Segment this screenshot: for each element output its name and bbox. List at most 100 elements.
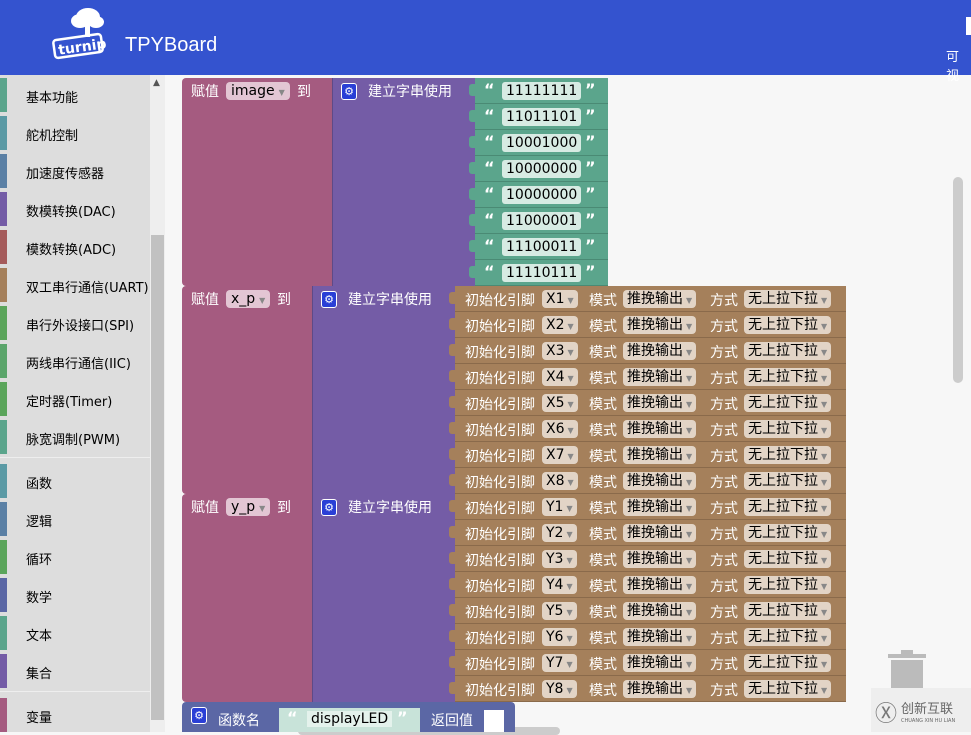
category-1-4[interactable]: 文本 <box>0 616 150 652</box>
pin-init-block[interactable]: 初始化引脚 X7 ▼ 模式 推挽输出 ▼ 方式 无上拉下拉 ▼ <box>449 442 846 468</box>
category-1-2[interactable]: 循环 <box>0 540 150 576</box>
pull-dropdown[interactable]: 无上拉下拉 ▼ <box>744 498 832 516</box>
pin-init-block[interactable]: 初始化引脚 Y3 ▼ 模式 推挽输出 ▼ 方式 无上拉下拉 ▼ <box>449 546 846 572</box>
mode-dropdown[interactable]: 推挽输出 ▼ <box>623 628 697 646</box>
pin-init-block[interactable]: 初始化引脚 Y7 ▼ 模式 推挽输出 ▼ 方式 无上拉下拉 ▼ <box>449 650 846 676</box>
category-0-4[interactable]: 模数转换(ADC) <box>0 230 150 266</box>
mode-dropdown[interactable]: 推挽输出 ▼ <box>623 602 697 620</box>
assign-block-image[interactable] <box>182 78 332 286</box>
pin-init-block[interactable]: 初始化引脚 X3 ▼ 模式 推挽输出 ▼ 方式 无上拉下拉 ▼ <box>449 338 846 364</box>
category-0-8[interactable]: 定时器(Timer) <box>0 382 150 418</box>
text-block[interactable]: “ 11110111” <box>469 260 608 286</box>
assign-block-xp[interactable] <box>182 286 312 494</box>
text-value[interactable]: 11111111 <box>502 82 582 100</box>
category-1-3[interactable]: 数学 <box>0 578 150 614</box>
pin-dropdown[interactable]: X5 ▼ <box>542 394 578 412</box>
pull-dropdown[interactable]: 无上拉下拉 ▼ <box>744 290 832 308</box>
pin-dropdown[interactable]: Y6 ▼ <box>542 628 577 646</box>
pin-init-block[interactable]: 初始化引脚 Y2 ▼ 模式 推挽输出 ▼ 方式 无上拉下拉 ▼ <box>449 520 846 546</box>
scroll-up-arrow-icon[interactable]: ▲ <box>153 78 160 88</box>
category-0-1[interactable]: 舵机控制 <box>0 116 150 152</box>
variable-dropdown[interactable]: x_p ▼ <box>226 290 271 308</box>
pin-dropdown[interactable]: X1 ▼ <box>542 290 578 308</box>
join-string-block[interactable] <box>312 286 455 494</box>
pin-init-block[interactable]: 初始化引脚 X4 ▼ 模式 推挽输出 ▼ 方式 无上拉下拉 ▼ <box>449 364 846 390</box>
pull-dropdown[interactable]: 无上拉下拉 ▼ <box>744 654 832 672</box>
pin-init-block[interactable]: 初始化引脚 Y1 ▼ 模式 推挽输出 ▼ 方式 无上拉下拉 ▼ <box>449 494 846 520</box>
pin-init-block[interactable]: 初始化引脚 Y5 ▼ 模式 推挽输出 ▼ 方式 无上拉下拉 ▼ <box>449 598 846 624</box>
category-0-9[interactable]: 脉宽调制(PWM) <box>0 420 150 456</box>
text-block[interactable]: “ 10000000” <box>469 182 608 208</box>
category-0-3[interactable]: 数模转换(DAC) <box>0 192 150 228</box>
text-block[interactable]: “ 10001000” <box>469 130 608 156</box>
pull-dropdown[interactable]: 无上拉下拉 ▼ <box>744 524 832 542</box>
pin-dropdown[interactable]: Y5 ▼ <box>542 602 577 620</box>
mode-dropdown[interactable]: 推挽输出 ▼ <box>623 290 697 308</box>
mode-dropdown[interactable]: 推挽输出 ▼ <box>623 654 697 672</box>
text-block[interactable]: “ 11011101” <box>469 104 608 130</box>
category-2-0[interactable]: 变量 <box>0 698 150 734</box>
function-name-value[interactable]: displayLED <box>307 711 393 727</box>
text-block[interactable]: “ 11111111” <box>469 78 608 104</box>
mode-dropdown[interactable]: 推挽输出 ▼ <box>623 680 697 698</box>
category-0-0[interactable]: 基本功能 <box>0 78 150 114</box>
join-string-block[interactable] <box>312 494 455 702</box>
category-1-0[interactable]: 函数 <box>0 464 150 500</box>
pull-dropdown[interactable]: 无上拉下拉 ▼ <box>744 576 832 594</box>
header-control[interactable] <box>966 17 971 35</box>
pin-init-block[interactable]: 初始化引脚 Y4 ▼ 模式 推挽输出 ▼ 方式 无上拉下拉 ▼ <box>449 572 846 598</box>
mode-dropdown[interactable]: 推挽输出 ▼ <box>623 524 697 542</box>
category-1-5[interactable]: 集合 <box>0 654 150 690</box>
sidebar-scrollbar-thumb[interactable] <box>151 235 164 720</box>
text-value[interactable]: 10001000 <box>502 134 582 152</box>
mode-dropdown[interactable]: 推挽输出 ▼ <box>623 316 697 334</box>
category-0-7[interactable]: 两线串行通信(IIC) <box>0 344 150 380</box>
pull-dropdown[interactable]: 无上拉下拉 ▼ <box>744 550 832 568</box>
text-value[interactable]: 10000000 <box>502 160 582 178</box>
pin-init-block[interactable]: 初始化引脚 X2 ▼ 模式 推挽输出 ▼ 方式 无上拉下拉 ▼ <box>449 312 846 338</box>
pin-dropdown[interactable]: Y7 ▼ <box>542 654 577 672</box>
mode-dropdown[interactable]: 推挽输出 ▼ <box>623 368 697 386</box>
pull-dropdown[interactable]: 无上拉下拉 ▼ <box>744 628 832 646</box>
text-value[interactable]: 11000001 <box>502 212 582 230</box>
pull-dropdown[interactable]: 无上拉下拉 ▼ <box>744 342 832 360</box>
text-value[interactable]: 11110111 <box>502 264 582 282</box>
pull-dropdown[interactable]: 无上拉下拉 ▼ <box>744 472 832 490</box>
pin-dropdown[interactable]: Y4 ▼ <box>542 576 577 594</box>
pull-dropdown[interactable]: 无上拉下拉 ▼ <box>744 602 832 620</box>
category-0-2[interactable]: 加速度传感器 <box>0 154 150 190</box>
pin-dropdown[interactable]: X7 ▼ <box>542 446 578 464</box>
pin-dropdown[interactable]: Y3 ▼ <box>542 550 577 568</box>
mode-dropdown[interactable]: 推挽输出 ▼ <box>623 446 697 464</box>
pin-init-block[interactable]: 初始化引脚 X8 ▼ 模式 推挽输出 ▼ 方式 无上拉下拉 ▼ <box>449 468 846 494</box>
pin-dropdown[interactable]: Y2 ▼ <box>542 524 577 542</box>
pull-dropdown[interactable]: 无上拉下拉 ▼ <box>744 368 832 386</box>
pin-dropdown[interactable]: X8 ▼ <box>542 472 578 490</box>
text-value[interactable]: 11100011 <box>502 238 582 256</box>
text-value[interactable]: 11011101 <box>502 108 582 126</box>
mode-dropdown[interactable]: 推挽输出 ▼ <box>623 342 697 360</box>
gear-icon[interactable]: ⚙ <box>191 707 207 724</box>
mode-dropdown[interactable]: 推挽输出 ▼ <box>623 576 697 594</box>
gear-icon[interactable]: ⚙ <box>341 83 357 100</box>
mode-dropdown[interactable]: 推挽输出 ▼ <box>623 394 697 412</box>
category-0-6[interactable]: 串行外设接口(SPI) <box>0 306 150 342</box>
category-1-1[interactable]: 逻辑 <box>0 502 150 538</box>
pin-init-block[interactable]: 初始化引脚 X6 ▼ 模式 推挽输出 ▼ 方式 无上拉下拉 ▼ <box>449 416 846 442</box>
text-value[interactable]: 10000000 <box>502 186 582 204</box>
pull-dropdown[interactable]: 无上拉下拉 ▼ <box>744 394 832 412</box>
text-block[interactable]: “ 11100011” <box>469 234 608 260</box>
visual-mode-tab[interactable]: 可视 <box>946 46 971 84</box>
text-block[interactable]: “ 10000000” <box>469 156 608 182</box>
pin-dropdown[interactable]: Y1 ▼ <box>542 498 577 516</box>
pull-dropdown[interactable]: 无上拉下拉 ▼ <box>744 446 832 464</box>
pin-dropdown[interactable]: X2 ▼ <box>542 316 578 334</box>
mode-dropdown[interactable]: 推挽输出 ▼ <box>623 472 697 490</box>
pin-init-block[interactable]: 初始化引脚 Y8 ▼ 模式 推挽输出 ▼ 方式 无上拉下拉 ▼ <box>449 676 846 702</box>
pin-dropdown[interactable]: Y8 ▼ <box>542 680 577 698</box>
assign-block-yp[interactable] <box>182 494 312 702</box>
variable-dropdown[interactable]: y_p ▼ <box>226 498 271 516</box>
function-name-text-block[interactable]: “ displayLED” <box>279 708 420 732</box>
pin-init-block[interactable]: 初始化引脚 Y6 ▼ 模式 推挽输出 ▼ 方式 无上拉下拉 ▼ <box>449 624 846 650</box>
pin-dropdown[interactable]: X6 ▼ <box>542 420 578 438</box>
